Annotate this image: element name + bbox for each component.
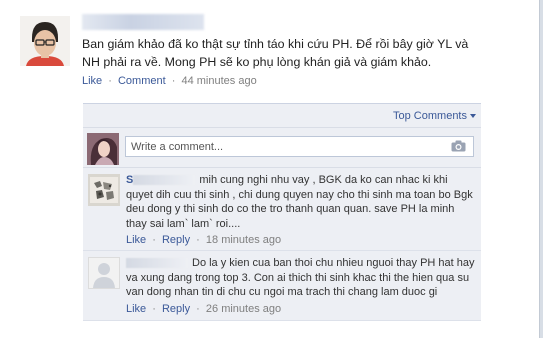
commenter-avatar[interactable] bbox=[88, 174, 120, 206]
commenter-name-redacted bbox=[126, 258, 188, 269]
caret-down-icon bbox=[470, 114, 476, 119]
camera-icon[interactable] bbox=[451, 140, 466, 152]
comment-actions: Like · Reply · 26 minutes ago bbox=[126, 302, 476, 317]
author-name-redacted bbox=[82, 14, 204, 30]
comment-actions: Like · Reply · 18 minutes ago bbox=[126, 233, 476, 248]
page-scrollbar[interactable] bbox=[539, 0, 543, 338]
comments-sort-bar: Top Comments bbox=[83, 104, 481, 127]
comment-like-link[interactable]: Like bbox=[126, 303, 146, 315]
comment-item: Do la y kien cua ban thoi chu nhieu nguo… bbox=[83, 251, 481, 321]
separator: · bbox=[196, 234, 200, 246]
top-comments-dropdown[interactable]: Top Comments bbox=[393, 110, 476, 122]
comment-item: Smih cung nghi nhu vay , BGK da ko can n… bbox=[83, 168, 481, 251]
comment-like-link[interactable]: Like bbox=[126, 234, 146, 246]
like-link[interactable]: Like bbox=[82, 75, 102, 87]
write-comment-input[interactable]: Write a comment... bbox=[125, 136, 474, 157]
comments-panel: Top Comments Write a comment... S mih cu… bbox=[83, 103, 481, 321]
top-comments-label: Top Comments bbox=[393, 110, 467, 122]
write-comment-row: Write a comment... bbox=[83, 127, 481, 168]
commenter-name[interactable] bbox=[126, 257, 192, 269]
separator: · bbox=[171, 75, 176, 87]
comment-timestamp: 26 minutes ago bbox=[205, 302, 282, 315]
commenter-name-redacted bbox=[133, 175, 196, 186]
separator: · bbox=[152, 302, 156, 315]
separator: · bbox=[108, 75, 112, 87]
comment-timestamp: 18 minutes ago bbox=[205, 234, 282, 246]
separator: · bbox=[196, 302, 200, 315]
post-timestamp: 44 minutes ago bbox=[181, 75, 257, 87]
separator: · bbox=[152, 234, 156, 246]
post-actions: Like · Comment · 44 minutes ago bbox=[82, 74, 502, 88]
post-text: Ban giám khảo đã ko thật sự tỉnh táo khi… bbox=[82, 37, 469, 69]
write-comment-placeholder: Write a comment... bbox=[131, 141, 224, 153]
comment-reply-link[interactable]: Reply bbox=[162, 303, 190, 315]
current-user-avatar bbox=[87, 133, 119, 165]
author-avatar[interactable] bbox=[20, 16, 70, 66]
commenter-name[interactable]: S bbox=[126, 174, 199, 186]
comment-link[interactable]: Comment bbox=[118, 75, 166, 87]
comment-reply-link[interactable]: Reply bbox=[162, 234, 190, 246]
post-author[interactable] bbox=[82, 14, 502, 32]
commenter-avatar[interactable] bbox=[88, 257, 120, 289]
